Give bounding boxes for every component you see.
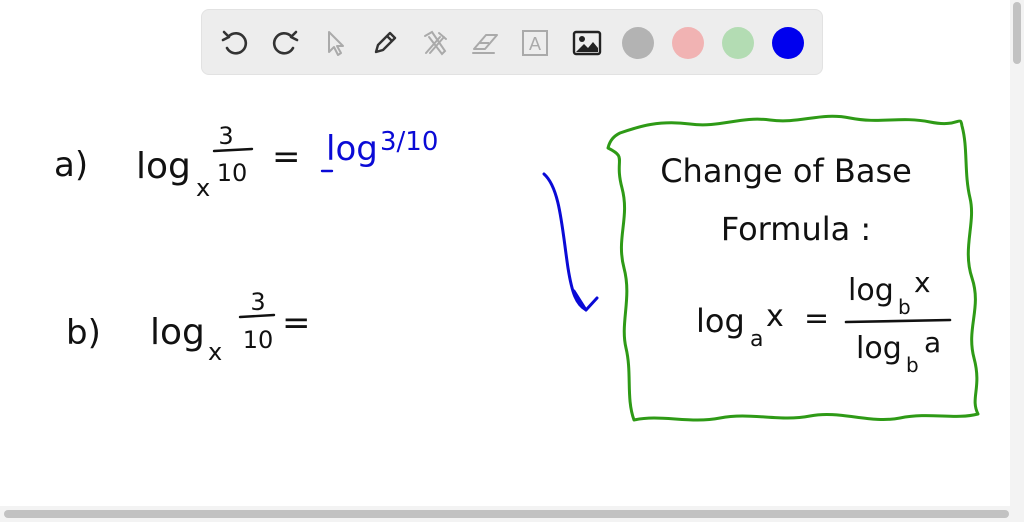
problem-b-denominator: 10 <box>243 326 274 354</box>
problem-b-label: b) <box>66 313 101 353</box>
formula-num-log: log <box>848 273 894 308</box>
drawing-toolbar: A <box>201 9 823 75</box>
color-swatch-blue[interactable] <box>772 27 804 59</box>
problem-b-base: x <box>208 338 222 366</box>
whiteboard-drawing: a) log x 3 10 = log 3/10 b) log x 3 10 = <box>54 114 980 422</box>
formula-num-arg: x <box>914 266 931 299</box>
horizontal-scrollbar[interactable] <box>0 506 1024 522</box>
formula-equals: = <box>804 301 829 336</box>
formula-num-base: b <box>898 295 911 319</box>
problem-b: b) log x 3 10 = <box>66 288 311 366</box>
svg-text:A: A <box>529 34 541 54</box>
undo-button[interactable] <box>218 26 252 60</box>
problem-a-answer-fraction: 3/10 <box>380 127 438 157</box>
tools-icon <box>424 30 447 56</box>
formula-box: Change of Base Formula : log a x = log b… <box>606 114 980 422</box>
formula-lhs-arg: x <box>766 299 784 334</box>
vertical-scrollbar[interactable] <box>1010 0 1024 506</box>
problem-a: a) log x 3 10 = log 3/10 <box>54 122 438 202</box>
formula-den-log: log <box>856 331 902 366</box>
tools-button[interactable] <box>418 26 452 60</box>
pencil-icon <box>374 31 397 54</box>
vertical-scrollbar-thumb[interactable] <box>1013 2 1021 64</box>
problem-a-base: x <box>196 174 210 202</box>
blue-arrow <box>542 172 599 312</box>
problem-a-denominator: 10 <box>217 159 248 187</box>
formula-title-line2: Formula : <box>721 210 871 248</box>
image-button[interactable] <box>570 26 604 60</box>
text-button[interactable]: A <box>518 26 552 60</box>
redo-button[interactable] <box>268 26 302 60</box>
problem-a-log: log <box>136 146 191 187</box>
problem-a-equals: = <box>272 137 301 177</box>
color-swatch-light-green[interactable] <box>722 27 754 59</box>
problem-b-log: log <box>150 312 205 353</box>
undo-icon <box>221 30 248 55</box>
text-icon: A <box>522 30 548 56</box>
color-swatch-pink[interactable] <box>672 27 704 59</box>
eraser-icon <box>472 34 498 54</box>
redo-icon <box>272 30 299 55</box>
whiteboard-canvas[interactable]: a) log x 3 10 = log 3/10 b) log x 3 10 = <box>0 78 1010 506</box>
problem-a-answer-log: log <box>326 129 378 169</box>
select-pointer-icon <box>328 31 344 56</box>
select-button[interactable] <box>318 26 352 60</box>
formula-den-base: b <box>906 353 919 377</box>
formula-title-line1: Change of Base <box>660 152 912 190</box>
problem-b-equals: = <box>282 303 311 343</box>
formula-den-arg: a <box>924 326 941 359</box>
formula-lhs-base: a <box>750 327 763 352</box>
color-swatch-gray[interactable] <box>622 27 654 59</box>
problem-b-numerator: 3 <box>250 288 265 316</box>
problem-a-numerator: 3 <box>218 122 233 150</box>
horizontal-scrollbar-thumb[interactable] <box>4 510 1009 518</box>
formula-lhs-log: log <box>696 302 745 340</box>
pencil-button[interactable] <box>368 26 402 60</box>
problem-a-label: a) <box>54 145 88 185</box>
eraser-button[interactable] <box>468 26 502 60</box>
image-icon <box>572 30 602 56</box>
